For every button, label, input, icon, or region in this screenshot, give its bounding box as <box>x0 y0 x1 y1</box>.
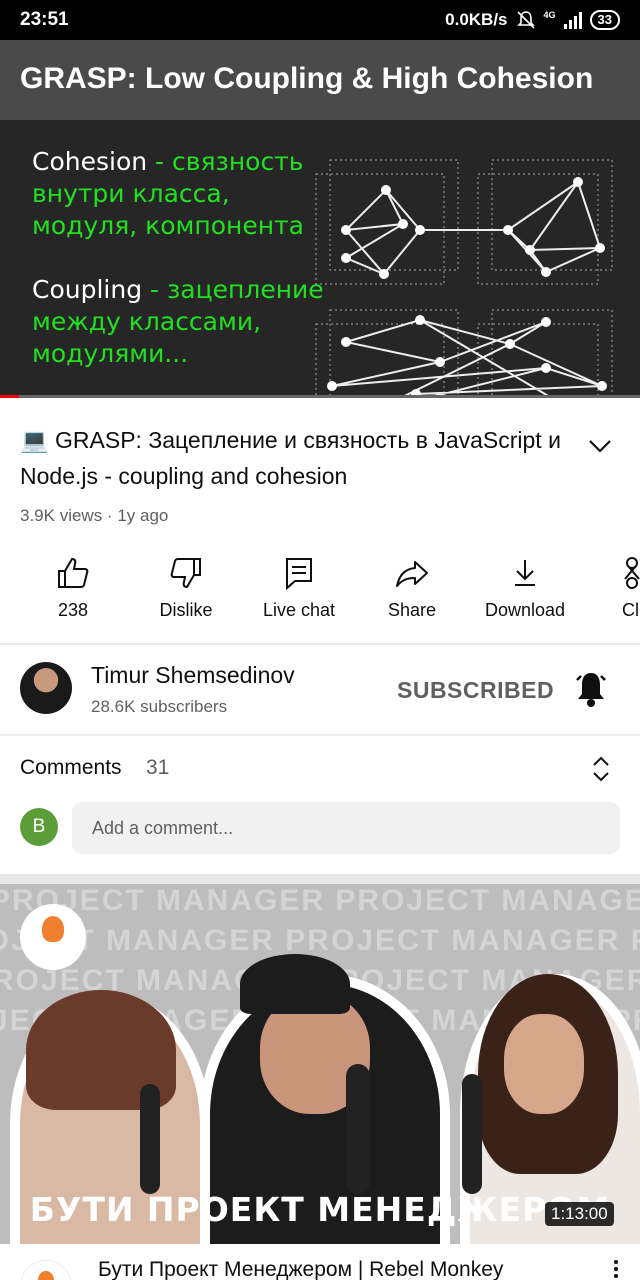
bell-off-icon <box>516 11 535 29</box>
expand-comments-icon[interactable] <box>590 755 612 783</box>
upload-age: 1y ago <box>117 506 169 525</box>
status-time: 23:51 <box>20 9 69 30</box>
next-channel-avatar[interactable] <box>20 1260 72 1280</box>
live-chat-label: Live chat <box>262 600 336 620</box>
subscribed-button[interactable]: SUBSCRIBED <box>397 677 554 704</box>
slide-title: GRASP: Low Coupling & High Cohesion <box>0 40 640 120</box>
clip-label: Cl <box>622 600 639 620</box>
person-right-face <box>504 1014 584 1114</box>
live-chat-button[interactable]: Live chat <box>239 550 359 640</box>
video-player[interactable]: GRASP: Low Coupling & High Cohesion Cohe… <box>0 40 640 398</box>
comments-count: 31 <box>146 756 170 779</box>
like-count: 238 <box>57 600 89 620</box>
microphone <box>462 1074 482 1194</box>
notification-bell-icon[interactable] <box>574 670 608 708</box>
download-icon <box>515 560 535 586</box>
view-count: 3.9K views <box>20 506 103 525</box>
live-chat-icon <box>286 558 312 591</box>
battery-icon: 33 <box>589 10 620 30</box>
dislike-button[interactable]: Dislike <box>126 550 246 640</box>
action-bar: 238 Dislike Live chat Share Download Cl <box>0 550 640 640</box>
thumbnail-background-text: PROJECT MANAGER PROJECT MANAGER PROJECT <box>0 924 640 957</box>
share-label: Share <box>387 600 437 620</box>
share-icon <box>396 561 428 587</box>
subscriber-count: 28.6K subscribers <box>91 697 228 716</box>
network-type: 4G <box>543 10 556 20</box>
comments-label[interactable]: Comments <box>20 756 122 780</box>
channel-avatar[interactable] <box>20 662 72 714</box>
graph-diagram <box>315 159 613 396</box>
progress-bar[interactable] <box>0 395 640 398</box>
progress-fill <box>0 395 20 398</box>
download-button[interactable]: Download <box>465 550 585 640</box>
section-gap <box>0 874 640 884</box>
like-button[interactable]: 238 <box>13 550 133 640</box>
video-duration: 1:13:00 <box>545 1202 614 1226</box>
more-vert-icon[interactable] <box>612 1260 620 1280</box>
rebel-monkey-logo <box>20 904 86 970</box>
next-video-title[interactable]: Бути Проект Менеджером | Rebel Monkey <box>98 1258 503 1280</box>
divider <box>0 643 640 645</box>
next-video-thumbnail[interactable]: PROJECT MANAGER PROJECT MANAGER PROJECT … <box>0 884 640 1244</box>
microphone <box>346 1064 370 1194</box>
person-center-cap <box>240 954 350 1014</box>
meta-separator: · <box>102 506 118 525</box>
comment-input[interactable] <box>72 802 620 854</box>
dislike-label: Dislike <box>159 600 213 620</box>
chevron-down-icon[interactable] <box>586 432 614 460</box>
status-icons: 0.0KB/s 4G 33 <box>445 10 620 30</box>
share-button[interactable]: Share <box>352 550 472 640</box>
video-title[interactable]: 💻 GRASP: Зацепление и связность в JavaSc… <box>20 422 580 494</box>
clip-button[interactable]: Cl <box>578 550 640 640</box>
user-avatar: B <box>20 808 58 846</box>
net-speed: 0.0KB/s <box>445 10 508 29</box>
thumbnail-title: БУТИ ПРОЕКТ МЕНЕДЖЕРОМ <box>29 1190 611 1229</box>
thumbnail-background-text: PROJECT MANAGER PROJECT MANAGER PROJECT <box>0 884 640 917</box>
status-bar: 23:51 0.0KB/s 4G 33 <box>0 0 640 40</box>
channel-name[interactable]: Timur Shemsedinov <box>91 662 295 689</box>
download-label: Download <box>484 600 566 620</box>
microphone <box>140 1084 160 1194</box>
thumb-up-icon <box>58 557 89 588</box>
video-meta[interactable]: 3.9K views · 1y ago <box>20 506 168 526</box>
thumb-down-icon <box>170 558 201 589</box>
clip-icon <box>624 557 640 589</box>
signal-icon <box>563 11 582 29</box>
divider <box>0 734 640 736</box>
